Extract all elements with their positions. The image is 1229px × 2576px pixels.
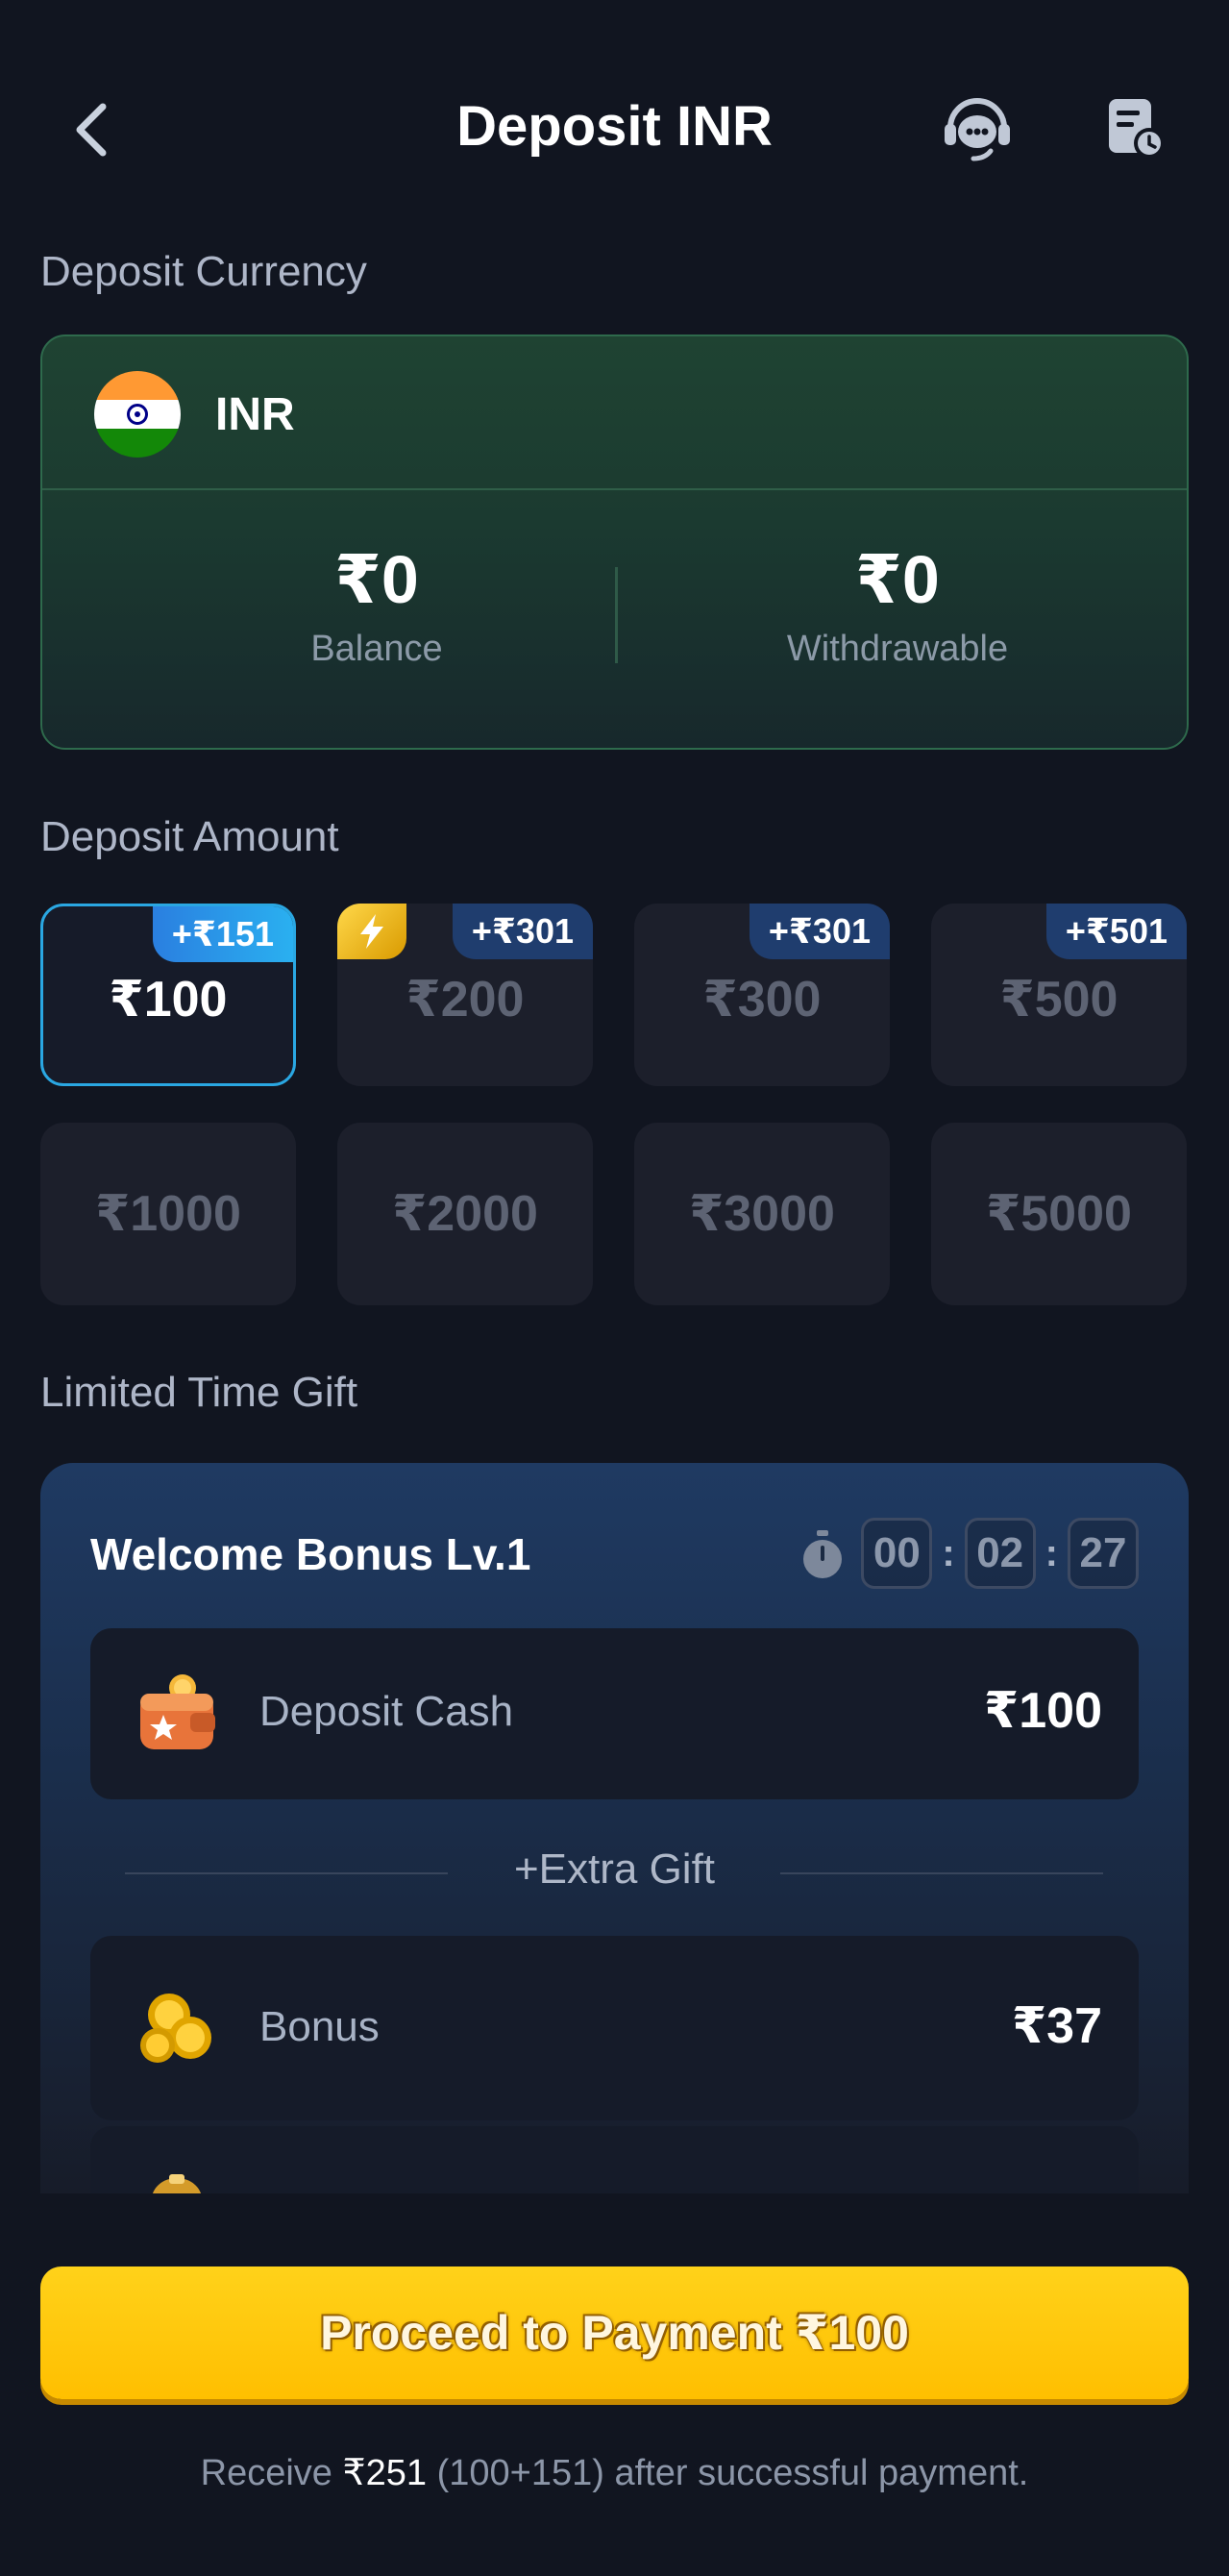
- amount-option-100[interactable]: +₹151 ₹100: [40, 904, 296, 1086]
- deposit-currency-label: Deposit Currency: [40, 248, 367, 295]
- balance-block: ₹0 Balance: [108, 546, 646, 670]
- bonus-label: Bonus: [259, 2003, 380, 2050]
- deposit-records-icon[interactable]: [1097, 90, 1174, 167]
- deposit-cash-label: Deposit Cash: [259, 1688, 514, 1735]
- extra-gift-line-right: [780, 1872, 1103, 1874]
- stopwatch-icon: [799, 1528, 846, 1578]
- amount-option-3000[interactable]: ₹3000: [634, 1123, 890, 1305]
- amount-label: ₹3000: [689, 1186, 835, 1242]
- page-title: Deposit INR: [456, 95, 773, 158]
- countdown-timer: 00 : 02 : 27: [799, 1517, 1139, 1590]
- amount-label: ₹5000: [986, 1186, 1132, 1242]
- currency-code: INR: [215, 389, 295, 440]
- proceed-to-payment-button[interactable]: Proceed to Payment ₹100: [40, 2266, 1189, 2399]
- divider: [615, 567, 618, 663]
- amount-label: ₹500: [999, 972, 1118, 1028]
- amount-label: ₹1000: [95, 1186, 241, 1242]
- limited-gift-label: Limited Time Gift: [40, 1369, 358, 1416]
- receive-note: Receive ₹251 (100+151) after successful …: [0, 2451, 1229, 2494]
- receive-note-suffix: (100+151) after successful payment.: [427, 2453, 1029, 2493]
- timer-hours: 00: [861, 1518, 933, 1589]
- amount-label: ₹200: [406, 972, 525, 1028]
- currency-card[interactable]: INR ₹0 Balance ₹0 Withdrawable: [40, 334, 1189, 750]
- amount-option-500[interactable]: +₹501 ₹500: [931, 904, 1187, 1086]
- amount-option-200[interactable]: +₹301 ₹200: [337, 904, 593, 1086]
- deposit-amount-label: Deposit Amount: [40, 813, 339, 860]
- amount-option-1000[interactable]: ₹1000: [40, 1123, 296, 1305]
- deposit-cash-value: ₹100: [984, 1683, 1102, 1739]
- welcome-bonus-card: Welcome Bonus Lv.1 00 : 02 : 27 Deposit …: [40, 1463, 1189, 2193]
- deposit-cash-row: Deposit Cash ₹100: [90, 1628, 1139, 1799]
- timer-minutes: 02: [964, 1518, 1036, 1589]
- amount-label: ₹300: [702, 972, 822, 1028]
- bonus-value: ₹37: [1011, 1998, 1102, 2054]
- withdrawable-label: Withdrawable: [786, 629, 1009, 669]
- amount-bonus-badge: +₹501: [1045, 904, 1187, 959]
- receive-note-amount: ₹251: [342, 2453, 428, 2493]
- gift-row-partial: [90, 2126, 1139, 2193]
- timer-separator: :: [942, 1531, 955, 1574]
- currency-selector[interactable]: INR: [42, 336, 1187, 490]
- withdrawable-value: ₹0: [855, 542, 940, 617]
- timer-separator: :: [1045, 1531, 1058, 1574]
- amount-bonus-badge: +₹301: [452, 904, 593, 959]
- gold-coins-icon: [131, 1982, 223, 2074]
- amount-label: ₹100: [109, 972, 228, 1028]
- withdrawable-block: ₹0 Withdrawable: [628, 546, 1167, 670]
- amount-label: ₹2000: [392, 1186, 538, 1242]
- amount-option-5000[interactable]: ₹5000: [931, 1123, 1187, 1305]
- support-chat-icon[interactable]: [937, 88, 1018, 169]
- wallet-icon: [131, 1667, 223, 1759]
- amount-bonus-badge: +₹301: [749, 904, 890, 959]
- extra-gift-label: +Extra Gift: [513, 1845, 716, 1893]
- balance-value: ₹0: [334, 542, 419, 617]
- bonus-row: Bonus ₹37: [90, 1936, 1139, 2120]
- balance-label: Balance: [310, 629, 443, 669]
- lightning-icon: [337, 904, 406, 959]
- india-flag-icon: [94, 371, 181, 458]
- amount-bonus-badge: +₹151: [152, 906, 293, 962]
- header: Deposit INR: [0, 58, 1229, 192]
- gift-title: Welcome Bonus Lv.1: [90, 1529, 531, 1579]
- receive-note-prefix: Receive: [200, 2453, 343, 2493]
- amount-option-2000[interactable]: ₹2000: [337, 1123, 593, 1305]
- treasure-icon: [131, 2161, 223, 2193]
- bottom-bar: Proceed to Payment ₹100 Receive ₹251 (10…: [0, 2197, 1229, 2576]
- amount-option-300[interactable]: +₹301 ₹300: [634, 904, 890, 1086]
- timer-seconds: 27: [1068, 1518, 1139, 1589]
